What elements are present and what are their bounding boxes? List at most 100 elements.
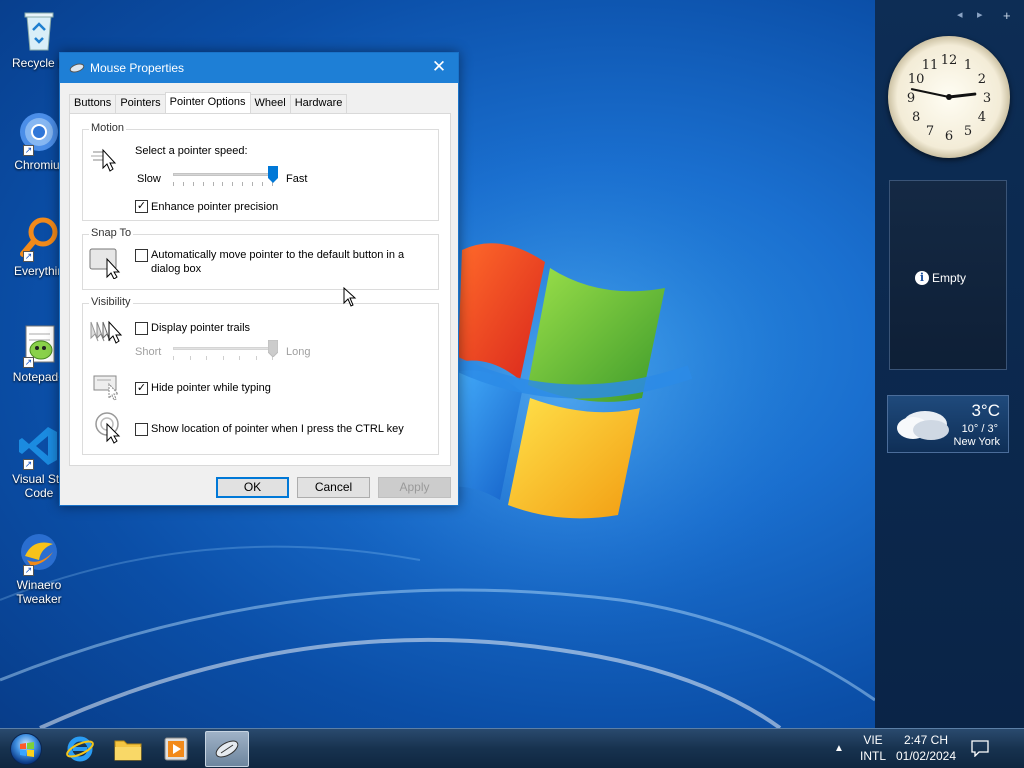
sidebar-next-icon[interactable]: ▸ [977, 8, 983, 21]
sidebar-prev-icon[interactable]: ◂ [957, 8, 963, 21]
taskbar: ▲ VIE INTL 2:47 CH 01/02/2024 [0, 728, 1024, 768]
file-explorer-button[interactable] [106, 731, 150, 767]
weather-gadget[interactable]: 3°C 10° / 3° New York [887, 395, 1009, 453]
pointer-options-panel: Motion Select a pointer speed: Slow Fast… [69, 113, 451, 466]
shortcut-arrow-icon: ↗ [23, 251, 34, 262]
check-mark-icon: ✓ [136, 382, 147, 394]
clock-numeral: 11 [922, 58, 939, 73]
internet-explorer-icon [66, 736, 94, 762]
hide-pointer-label[interactable]: Hide pointer while typing [151, 382, 271, 394]
snap-to-group: Snap To Automatically move pointer to th… [82, 227, 439, 290]
cancel-button[interactable]: Cancel [297, 477, 370, 498]
clock-numeral: 6 [945, 129, 953, 144]
pointer-trails-label[interactable]: Display pointer trails [151, 322, 250, 334]
dialog-titlebar[interactable]: Mouse Properties ✕ [60, 53, 458, 83]
slideshow-empty-label: Empty [932, 271, 967, 285]
clock-face: 12 12 3 45678 9 1011 [907, 53, 991, 144]
shortcut-arrow-icon: ↗ [23, 565, 34, 576]
mouse-cursor-icon [343, 287, 357, 307]
weather-temperature: 3°C [971, 401, 1000, 420]
fast-label: Fast [286, 173, 308, 185]
show-location-checkbox[interactable] [135, 423, 148, 436]
clock-numeral: 3 [983, 91, 991, 106]
clock-numeral: 4 [978, 110, 986, 125]
pointer-speed-icon [91, 148, 117, 172]
show-location-label[interactable]: Show location of pointer when I press th… [151, 423, 404, 435]
long-label: Long [286, 346, 311, 358]
winaero-tweaker-icon: ↗ [17, 530, 61, 576]
pointer-speed-ticks [173, 182, 273, 186]
shortcut-arrow-icon: ↗ [23, 145, 34, 156]
input-language-indicator[interactable]: VIE INTL [856, 732, 890, 764]
slideshow-gadget[interactable]: i Empty [889, 180, 1007, 370]
clock-numeral: 9 [907, 91, 915, 106]
snap-to-label-line1[interactable]: Automatically move pointer to the defaul… [151, 249, 404, 261]
clock-numeral: 2 [978, 72, 986, 87]
visibility-group-title: Visibility [89, 296, 133, 308]
vscode-icon: ↗ [17, 424, 61, 470]
tab-hardware[interactable]: Hardware [289, 94, 348, 113]
clock-center-pin [946, 94, 952, 100]
snap-to-group-title: Snap To [89, 227, 134, 239]
shortcut-arrow-icon: ↗ [23, 357, 34, 368]
hide-pointer-checkbox[interactable]: ✓ [135, 382, 148, 395]
check-mark-icon: ✓ [136, 200, 147, 212]
media-player-button[interactable] [154, 731, 198, 767]
motion-group: Motion Select a pointer speed: Slow Fast… [82, 122, 439, 221]
action-center-button[interactable] [970, 739, 990, 760]
clock-numeral: 7 [926, 124, 934, 139]
trails-length-ticks [173, 356, 273, 360]
system-time: 2:47 CH [903, 733, 949, 747]
tab-buttons[interactable]: Buttons [69, 94, 117, 113]
language-line1: VIE [863, 733, 883, 747]
enhance-precision-label[interactable]: Enhance pointer precision [151, 201, 278, 213]
slow-label: Slow [137, 173, 161, 185]
snap-to-button-icon [89, 248, 121, 279]
snap-to-checkbox[interactable] [135, 249, 148, 262]
notification-icon [971, 740, 989, 758]
tab-wheel[interactable]: Wheel [249, 94, 291, 113]
weather-city: New York [953, 436, 1000, 448]
tab-pointer-options[interactable]: Pointer Options [164, 92, 251, 113]
snap-to-label-line2[interactable]: dialog box [151, 263, 201, 275]
close-button[interactable]: ✕ [428, 57, 450, 79]
trails-length-slider[interactable] [268, 340, 278, 357]
clock-minute-hand [910, 88, 950, 98]
clock-gadget[interactable]: 12 1 2 3 4 5 6 7 8 9 10 11 [888, 36, 1010, 158]
everything-search-icon: ↗ [17, 216, 61, 262]
system-clock[interactable]: 2:47 CH 01/02/2024 [892, 732, 960, 764]
pointer-speed-slider[interactable] [268, 166, 278, 183]
mouse-properties-icon [215, 740, 239, 758]
tab-pointers[interactable]: Pointers [115, 94, 166, 113]
shortcut-arrow-icon: ↗ [23, 459, 34, 470]
enhance-precision-checkbox[interactable]: ✓ [135, 200, 148, 213]
system-date: 01/02/2024 [895, 749, 957, 763]
clock-hour-hand [947, 92, 977, 99]
slideshow-empty: i Empty [915, 271, 966, 285]
pointer-trails-checkbox[interactable] [135, 322, 148, 335]
mouse-properties-dialog: Mouse Properties ✕ Buttons Pointers Poin… [59, 52, 459, 506]
ok-button[interactable]: OK [216, 477, 289, 498]
info-icon: i [915, 271, 929, 285]
dialog-client: Buttons Pointers Pointer Options Wheel H… [60, 83, 458, 505]
media-player-icon [164, 737, 188, 761]
start-button[interactable] [4, 731, 48, 767]
language-line2: INTL [859, 749, 886, 763]
chromium-icon: ↗ [17, 110, 61, 156]
sidebar-add-gadget-icon[interactable]: + [1003, 8, 1011, 23]
clock-numeral: 5 [964, 124, 972, 139]
dialog-title: Mouse Properties [90, 61, 185, 75]
hide-pointer-icon [93, 375, 120, 401]
mouse-properties-taskbar-button[interactable] [205, 731, 249, 767]
show-hidden-icons-icon[interactable]: ▲ [834, 741, 844, 757]
internet-explorer-button[interactable] [58, 731, 102, 767]
weather-range: 10° / 3° [961, 423, 998, 435]
tab-strip: Buttons Pointers Pointer Options Wheel H… [69, 92, 348, 113]
windows-logo-icon [10, 733, 42, 765]
file-explorer-icon [114, 740, 142, 761]
apply-button[interactable]: Apply [378, 477, 451, 498]
show-location-icon [95, 412, 121, 444]
desktop-icon-label: Winaero [16, 578, 62, 592]
desktop-icon-winaero[interactable]: ↗ Winaero Tweaker [4, 530, 74, 606]
motion-group-title: Motion [89, 122, 127, 134]
